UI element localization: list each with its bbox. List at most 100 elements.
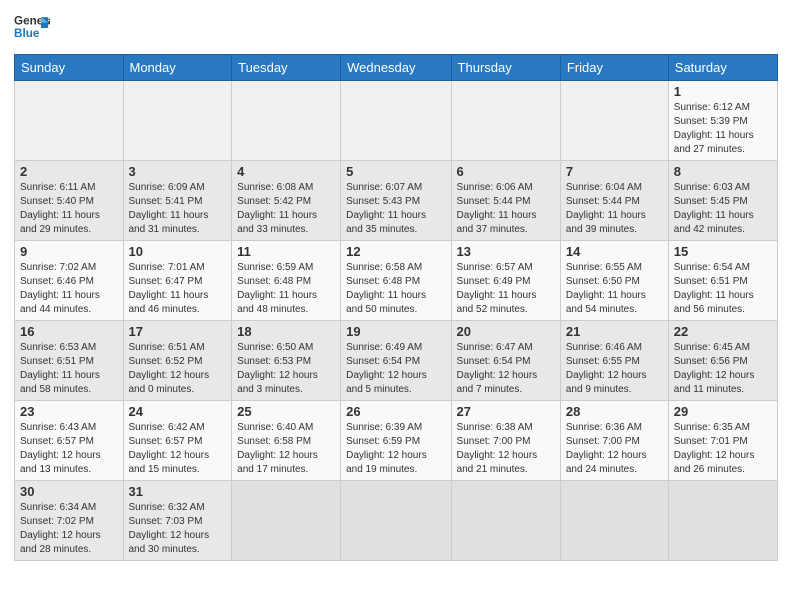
table-row	[341, 81, 451, 161]
day-info: Sunrise: 6:45 AM Sunset: 6:56 PM Dayligh…	[674, 341, 772, 397]
logo: General Blue	[14, 10, 50, 46]
day-info: Sunrise: 6:36 AM Sunset: 7:00 PM Dayligh…	[566, 421, 663, 477]
table-row	[341, 481, 451, 561]
day-number: 26	[346, 404, 445, 419]
table-row: 10 Sunrise: 7:01 AM Sunset: 6:47 PM Dayli…	[123, 241, 232, 321]
day-info: Sunrise: 6:55 AM Sunset: 6:50 PM Dayligh…	[566, 261, 663, 317]
day-number: 24	[129, 404, 227, 419]
day-number: 28	[566, 404, 663, 419]
day-info: Sunrise: 6:34 AM Sunset: 7:02 PM Dayligh…	[20, 501, 118, 557]
svg-text:Blue: Blue	[14, 27, 40, 40]
table-row: 20 Sunrise: 6:47 AM Sunset: 6:54 PM Dayli…	[451, 321, 560, 401]
day-number: 18	[237, 324, 335, 339]
calendar-table: Sunday Monday Tuesday Wednesday Thursday…	[14, 54, 778, 561]
day-number: 29	[674, 404, 772, 419]
col-wednesday: Wednesday	[341, 55, 451, 81]
day-info: Sunrise: 6:07 AM Sunset: 5:43 PM Dayligh…	[346, 181, 445, 237]
day-info: Sunrise: 6:50 AM Sunset: 6:53 PM Dayligh…	[237, 341, 335, 397]
day-info: Sunrise: 6:58 AM Sunset: 6:48 PM Dayligh…	[346, 261, 445, 317]
day-info: Sunrise: 6:35 AM Sunset: 7:01 PM Dayligh…	[674, 421, 772, 477]
day-number: 17	[129, 324, 227, 339]
day-info: Sunrise: 7:01 AM Sunset: 6:47 PM Dayligh…	[129, 261, 227, 317]
table-row: 27 Sunrise: 6:38 AM Sunset: 7:00 PM Dayli…	[451, 401, 560, 481]
day-number: 21	[566, 324, 663, 339]
day-number: 19	[346, 324, 445, 339]
day-number: 23	[20, 404, 118, 419]
table-row	[560, 481, 668, 561]
day-number: 15	[674, 244, 772, 259]
table-row: 21 Sunrise: 6:46 AM Sunset: 6:55 PM Dayli…	[560, 321, 668, 401]
table-row: 30Sunrise: 6:34 AM Sunset: 7:02 PM Dayli…	[15, 481, 124, 561]
day-info: Sunrise: 6:43 AM Sunset: 6:57 PM Dayligh…	[20, 421, 118, 477]
day-info: Sunrise: 6:57 AM Sunset: 6:49 PM Dayligh…	[457, 261, 555, 317]
day-info: Sunrise: 6:11 AM Sunset: 5:40 PM Dayligh…	[20, 181, 118, 237]
table-row	[232, 81, 341, 161]
day-info: Sunrise: 6:46 AM Sunset: 6:55 PM Dayligh…	[566, 341, 663, 397]
day-info: Sunrise: 6:51 AM Sunset: 6:52 PM Dayligh…	[129, 341, 227, 397]
calendar-week-row: 1 Sunrise: 6:12 AM Sunset: 5:39 PM Daylig…	[15, 81, 778, 161]
col-friday: Friday	[560, 55, 668, 81]
calendar-week-row: 23 Sunrise: 6:43 AM Sunset: 6:57 PM Dayli…	[15, 401, 778, 481]
day-number: 13	[457, 244, 555, 259]
table-row: 9 Sunrise: 7:02 AM Sunset: 6:46 PM Daylig…	[15, 241, 124, 321]
col-monday: Monday	[123, 55, 232, 81]
table-row: 13 Sunrise: 6:57 AM Sunset: 6:49 PM Dayli…	[451, 241, 560, 321]
col-thursday: Thursday	[451, 55, 560, 81]
table-row: 18 Sunrise: 6:50 AM Sunset: 6:53 PM Dayli…	[232, 321, 341, 401]
day-info: Sunrise: 6:04 AM Sunset: 5:44 PM Dayligh…	[566, 181, 663, 237]
day-info: Sunrise: 6:53 AM Sunset: 6:51 PM Dayligh…	[20, 341, 118, 397]
day-number: 25	[237, 404, 335, 419]
day-info: Sunrise: 6:47 AM Sunset: 6:54 PM Dayligh…	[457, 341, 555, 397]
table-row: 11Sunrise: 6:59 AM Sunset: 6:48 PM Dayli…	[232, 241, 341, 321]
table-row: 6Sunrise: 6:06 AM Sunset: 5:44 PM Daylig…	[451, 161, 560, 241]
day-info: Sunrise: 7:02 AM Sunset: 6:46 PM Dayligh…	[20, 261, 118, 317]
day-info: Sunrise: 6:03 AM Sunset: 5:45 PM Dayligh…	[674, 181, 772, 237]
day-number: 1	[674, 84, 772, 99]
day-number: 14	[566, 244, 663, 259]
day-number: 12	[346, 244, 445, 259]
day-number: 22	[674, 324, 772, 339]
day-number: 9	[20, 244, 118, 259]
table-row: 3Sunrise: 6:09 AM Sunset: 5:41 PM Daylig…	[123, 161, 232, 241]
day-number: 6	[457, 164, 555, 179]
day-number: 27	[457, 404, 555, 419]
table-row: 1 Sunrise: 6:12 AM Sunset: 5:39 PM Daylig…	[668, 81, 777, 161]
day-info: Sunrise: 6:08 AM Sunset: 5:42 PM Dayligh…	[237, 181, 335, 237]
day-number: 5	[346, 164, 445, 179]
table-row: 17 Sunrise: 6:51 AM Sunset: 6:52 PM Dayli…	[123, 321, 232, 401]
table-row: 2 Sunrise: 6:11 AM Sunset: 5:40 PM Daylig…	[15, 161, 124, 241]
day-number: 4	[237, 164, 335, 179]
calendar-week-row: 16Sunrise: 6:53 AM Sunset: 6:51 PM Dayli…	[15, 321, 778, 401]
table-row	[668, 481, 777, 561]
table-row: 25 Sunrise: 6:40 AM Sunset: 6:58 PM Dayli…	[232, 401, 341, 481]
day-info: Sunrise: 6:38 AM Sunset: 7:00 PM Dayligh…	[457, 421, 555, 477]
day-number: 20	[457, 324, 555, 339]
table-row	[451, 81, 560, 161]
col-saturday: Saturday	[668, 55, 777, 81]
day-info: Sunrise: 6:40 AM Sunset: 6:58 PM Dayligh…	[237, 421, 335, 477]
day-number: 31	[129, 484, 227, 499]
table-row: 12 Sunrise: 6:58 AM Sunset: 6:48 PM Dayli…	[341, 241, 451, 321]
day-info: Sunrise: 6:42 AM Sunset: 6:57 PM Dayligh…	[129, 421, 227, 477]
day-info: Sunrise: 6:39 AM Sunset: 6:59 PM Dayligh…	[346, 421, 445, 477]
table-row	[123, 81, 232, 161]
page: General Blue Sunday Monday Tuesday Wedne…	[0, 0, 792, 575]
table-row: 19Sunrise: 6:49 AM Sunset: 6:54 PM Dayli…	[341, 321, 451, 401]
day-number: 11	[237, 244, 335, 259]
header: General Blue	[14, 10, 778, 46]
col-sunday: Sunday	[15, 55, 124, 81]
day-number: 8	[674, 164, 772, 179]
table-row: 31Sunrise: 6:32 AM Sunset: 7:03 PM Dayli…	[123, 481, 232, 561]
generalblue-logo-icon: General Blue	[14, 10, 50, 46]
table-row	[232, 481, 341, 561]
table-row: 5 Sunrise: 6:07 AM Sunset: 5:43 PM Daylig…	[341, 161, 451, 241]
table-row	[560, 81, 668, 161]
day-number: 3	[129, 164, 227, 179]
day-info: Sunrise: 6:12 AM Sunset: 5:39 PM Dayligh…	[674, 101, 772, 157]
calendar-week-row: 9 Sunrise: 7:02 AM Sunset: 6:46 PM Daylig…	[15, 241, 778, 321]
calendar-week-row: 30Sunrise: 6:34 AM Sunset: 7:02 PM Dayli…	[15, 481, 778, 561]
table-row: 8 Sunrise: 6:03 AM Sunset: 5:45 PM Daylig…	[668, 161, 777, 241]
day-number: 2	[20, 164, 118, 179]
calendar-header-row: Sunday Monday Tuesday Wednesday Thursday…	[15, 55, 778, 81]
day-number: 10	[129, 244, 227, 259]
